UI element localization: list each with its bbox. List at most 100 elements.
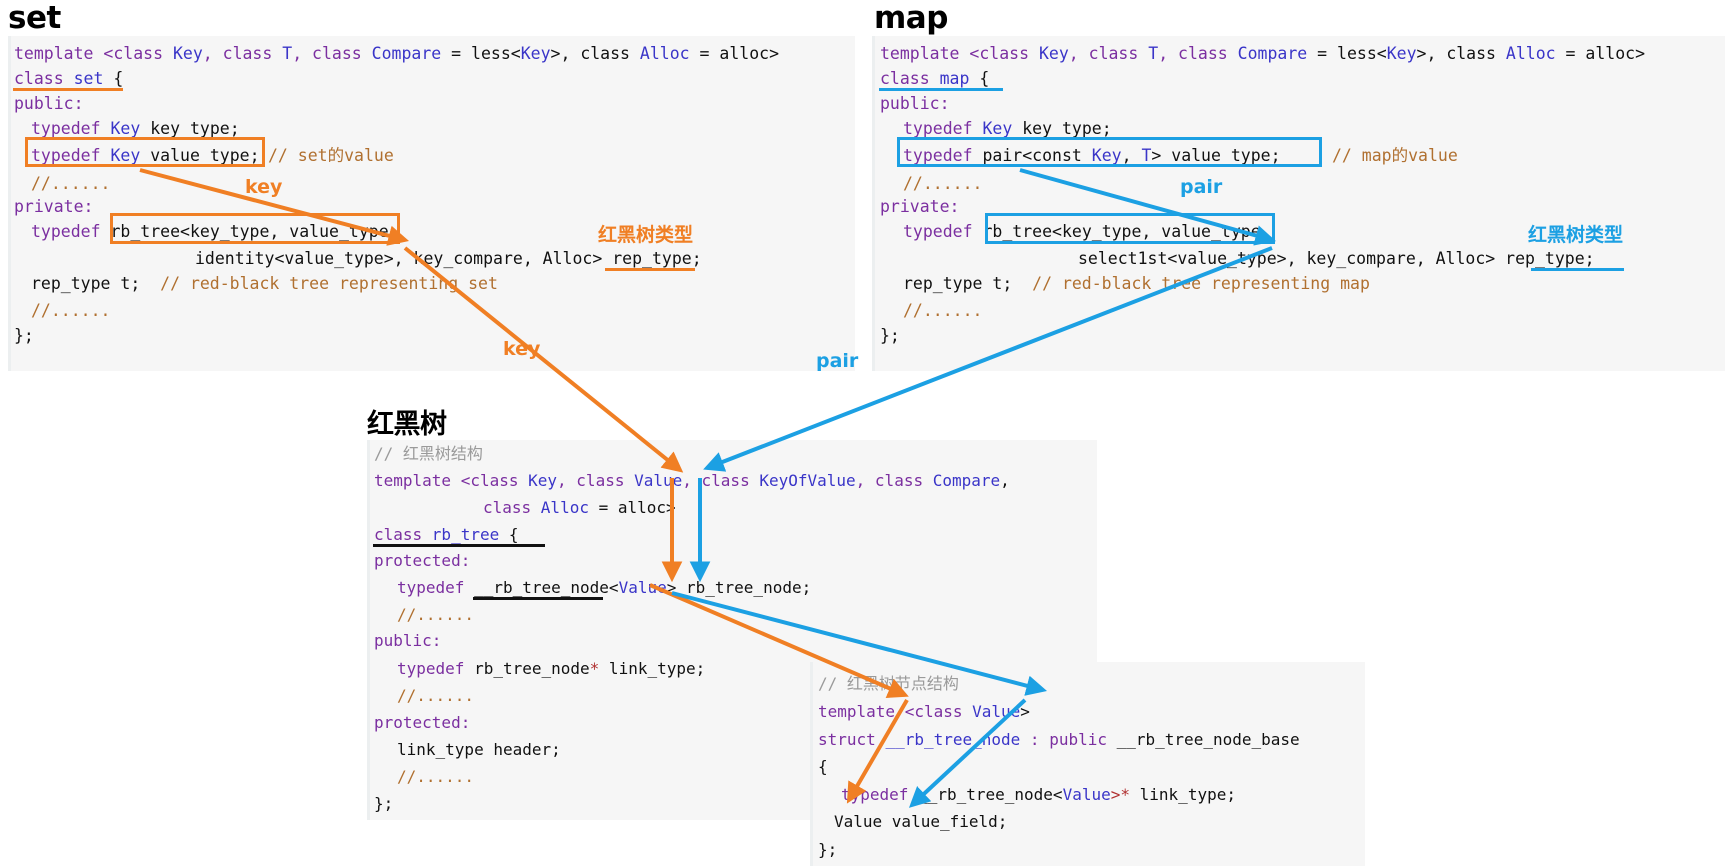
rbtree-tp-alloc: Alloc <box>540 498 589 517</box>
node-linktype-star: * <box>1120 785 1131 804</box>
node-linktype-name: link_type; <box>1130 785 1236 804</box>
map-code-line-3: public: <box>880 90 950 118</box>
node-code-line-2: template <class Value> <box>818 698 1030 726</box>
set-tp-compare: Compare <box>371 44 442 63</box>
node-structure-comment: // 红黑树节点结构 <box>818 674 959 693</box>
map-kw-typedef-3: typedef <box>903 222 983 241</box>
rbtree-kw-typedef-2: typedef <box>397 659 475 678</box>
set-rbtree-type-label: 红黑树类型 <box>598 224 694 246</box>
node-code-line-7: }; <box>818 836 837 864</box>
section-title-rbtree: 红黑树 <box>367 409 447 440</box>
map-ellipsis-1: //...... <box>903 174 983 193</box>
rbtree-code-line-10: //...... <box>397 682 474 710</box>
rbtree-node-value: Value <box>618 578 667 597</box>
rbtree-alloc-default: = alloc> <box>588 498 676 517</box>
map-class-name: map <box>939 69 970 88</box>
map-private-kw: private: <box>880 197 960 216</box>
section-title-map: map <box>874 0 948 36</box>
map-reptype-comment: // red-black tree representing map <box>1032 274 1370 293</box>
rbtree-line2-end: , <box>1000 471 1010 490</box>
diagram-canvas: set template <class Key, class T, class … <box>0 0 1725 866</box>
set-code-line-10: rep_type t; // red-black tree representi… <box>31 270 498 298</box>
rbtree-node-open: __rb_tree_node< <box>474 578 619 597</box>
rbtree-kw-class: class <box>374 525 432 544</box>
map-tp-key: Key <box>1038 44 1069 63</box>
map-kw-template: template <class <box>880 44 1039 63</box>
set-reptype-comment: // red-black tree representing set <box>160 274 498 293</box>
set-kw-typedef-3: typedef <box>31 222 111 241</box>
map-select1st-args: select1st<value_type>, key_compare, Allo… <box>1078 249 1506 268</box>
set-kw-template: template <class <box>14 44 173 63</box>
rbtree-kw-class-alloc: class <box>483 498 541 517</box>
set-code-line-3: public: <box>14 90 84 118</box>
rbtree-structure-comment: // 红黑树结构 <box>374 444 483 463</box>
rbtree-code-line-13: //...... <box>397 763 474 791</box>
rbtree-code-line-14: }; <box>374 790 393 818</box>
set-private-kw: private: <box>14 197 94 216</box>
code-panel-map <box>872 36 1725 371</box>
set-valuetype-highlight-box <box>25 137 265 167</box>
node-tp-value: Value <box>972 702 1021 721</box>
set-valuetype-comment-text: // set的value <box>268 146 394 165</box>
node-linktype-value: Value <box>1062 785 1111 804</box>
node-code-line-3: struct __rb_tree_node : public __rb_tree… <box>818 726 1300 754</box>
map-code-line-10: rep_type t; // red-black tree representi… <box>903 270 1370 298</box>
rbtree-kw-template: template <class <box>374 471 529 490</box>
map-code-line-12: }; <box>880 322 900 350</box>
rbtree-linktype-star: * <box>589 659 600 678</box>
arrow-label-key-lower: key <box>503 338 541 360</box>
rbtree-protected-kw-1: protected: <box>374 551 471 570</box>
set-sep-2: , class <box>292 44 372 63</box>
map-reptype-member: rep_type t; <box>903 274 1033 293</box>
node-struct-name: __rb_tree_node <box>885 730 1021 749</box>
rbtree-tp-compare: Compare <box>932 471 1001 490</box>
map-valuetype-comment: // map的value <box>1332 142 1458 170</box>
map-tp-key2: Key <box>1386 44 1417 63</box>
rbtree-code-line-12: link_type header; <box>397 736 561 764</box>
node-code-line-1: // 红黑树节点结构 <box>818 670 959 698</box>
rbtree-node-underline <box>473 597 603 600</box>
rbtree-public-kw: public: <box>374 631 442 650</box>
rbtree-code-line-7: //...... <box>397 601 474 629</box>
set-reptype-member: rep_type t; <box>31 274 161 293</box>
set-open-brace: { <box>103 69 124 88</box>
set-kw-class: class <box>14 69 74 88</box>
map-code-line-9: select1st<value_type>, key_compare, Allo… <box>1078 245 1595 273</box>
set-code-line-7: private: <box>14 193 93 221</box>
set-tp-alloc: Alloc <box>639 44 690 63</box>
rbtree-kw-typedef-1: typedef <box>397 578 475 597</box>
set-code-line-1: template <class Key, class T, class Comp… <box>14 40 779 68</box>
set-ellipsis-2: //...... <box>31 301 111 320</box>
rbtree-code-line-8: public: <box>374 627 441 655</box>
map-kw-class: class <box>880 69 940 88</box>
node-valuefield-member: Value value_field; <box>834 812 1008 831</box>
rbtree-linktype-node: rb_tree_node <box>474 659 590 678</box>
map-close-brace: }; <box>880 326 900 345</box>
rbtree-ellipsis-1: //...... <box>397 605 475 624</box>
set-kw-typedef-1: typedef <box>31 119 111 138</box>
section-title-set: set <box>8 0 61 36</box>
map-eq-2: = alloc> <box>1555 44 1645 63</box>
node-kw-template: template <class <box>818 702 973 721</box>
set-valuetype-comment: // set的value <box>268 142 394 170</box>
rbtree-code-line-1: // 红黑树结构 <box>374 440 483 468</box>
map-kw-typedef-1: typedef <box>903 119 983 138</box>
set-keytype-name: key_type; <box>140 119 240 138</box>
map-reptype-underline <box>1531 268 1624 271</box>
set-keytype-type: Key <box>110 119 141 138</box>
set-class-name: set <box>73 69 104 88</box>
set-eq-2: = alloc> <box>689 44 779 63</box>
rbtree-ellipsis-3: //...... <box>397 767 475 786</box>
map-rbtree-highlight-box <box>985 213 1275 244</box>
arrow-label-pair-lower: pair <box>816 350 859 372</box>
set-code-line-11: //...... <box>31 297 110 325</box>
rbtree-tp-value: Value <box>634 471 683 490</box>
set-gt-1: >, class <box>550 44 640 63</box>
set-tp-key: Key <box>172 44 203 63</box>
node-linktype-gt: > <box>1110 785 1121 804</box>
map-code-line-11: //...... <box>903 297 982 325</box>
map-sep-1: , class <box>1068 44 1149 63</box>
map-code-line-7: private: <box>880 193 959 221</box>
rbtree-code-line-5: protected: <box>374 547 470 575</box>
node-code-line-4: { <box>818 753 828 781</box>
